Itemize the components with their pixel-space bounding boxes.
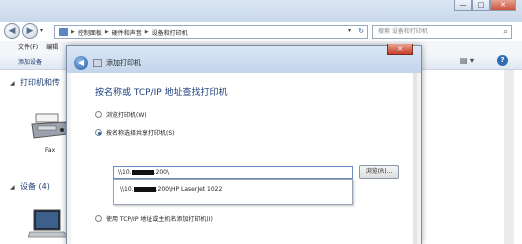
search-icon[interactable]: ⌕ [504, 26, 508, 38]
add-printer-dialog: ✕ ◀ 添加打印机 按名称或 TCP/IP 地址查找打印机 浏览打印机(W) 按… [66, 44, 422, 244]
option-browse-printers[interactable]: 浏览打印机(W) [95, 110, 147, 119]
option-shared-by-name[interactable]: 按名称选择共享打印机(S) [95, 128, 175, 137]
printer-icon [93, 59, 102, 67]
dialog-header: ✕ ◀ 添加打印机 [67, 44, 421, 73]
explorer-scrollbar[interactable] [504, 70, 514, 244]
dialog-body: 按名称或 TCP/IP 地址查找打印机 浏览打印机(W) 按名称选择共享打印机(… [71, 73, 417, 244]
suggestion-prefix: \\10. [120, 186, 134, 193]
radio-shared-by-name[interactable] [95, 129, 102, 136]
window-controls: — □ ✕ [454, 0, 516, 11]
group-printers-faxes[interactable]: 打印机和传 [20, 77, 60, 88]
back-arrow-icon[interactable]: ◀ [4, 23, 20, 39]
breadcrumb-hardware-sound[interactable]: 硬件和声音 [112, 28, 142, 37]
browse-button[interactable]: 浏览(R)... [359, 165, 399, 179]
menu-edit[interactable]: 编辑 [46, 42, 58, 51]
option-label-tcpip: 使用 TCP/IP 地址或主机名添加打印机(I) [106, 216, 213, 223]
autocomplete-item[interactable]: \\10. .200\HP LaserJet 1022 [120, 186, 352, 193]
chevron-right-icon: ▶ [104, 29, 109, 35]
redacted-block [133, 187, 156, 192]
forward-arrow-icon[interactable]: ▶ [22, 23, 38, 39]
maximize-button[interactable]: □ [472, 0, 490, 11]
radio-tcpip[interactable] [95, 215, 102, 222]
option-label-shared: 按名称选择共享打印机(S) [106, 130, 175, 137]
printer-path-input[interactable]: \\10. .200\ [113, 166, 353, 179]
chevron-right-icon: ▶ [144, 29, 149, 35]
address-dropdown-icon[interactable]: ▾ [348, 27, 351, 34]
control-panel-icon [59, 28, 68, 36]
path-prefix: \\10. [118, 169, 132, 176]
radio-browse[interactable] [95, 111, 102, 118]
path-suffix: .200\ [153, 169, 169, 176]
collapse-arrow-icon[interactable]: ◢ [10, 184, 15, 191]
help-icon[interactable]: ? [497, 55, 508, 66]
option-tcpip[interactable]: 使用 TCP/IP 地址或主机名添加打印机(I) [95, 214, 213, 223]
group-devices[interactable]: 设备 (4) [20, 181, 50, 192]
autocomplete-list: \\10. .200\HP LaserJet 1022 [113, 179, 353, 205]
dialog-close-button[interactable]: ✕ [387, 44, 413, 55]
explorer-titlebar: — □ ✕ [0, 0, 522, 22]
menu-file[interactable]: 文件(F) [18, 42, 38, 51]
collapse-arrow-icon[interactable]: ◢ [10, 80, 15, 87]
close-button[interactable]: ✕ [490, 0, 516, 11]
refresh-icon[interactable]: ↻ [358, 27, 364, 35]
fax-device-label: Fax [45, 147, 56, 154]
address-bar[interactable]: ▶ 控制面板 ▶ 硬件和声音 ▶ 设备和打印机 ▾ ↻ [54, 25, 368, 39]
recent-pages-chevron-icon[interactable]: ▾ [40, 27, 43, 34]
fax-printer-icon[interactable] [30, 112, 70, 140]
chevron-right-icon: ▶ [71, 29, 75, 35]
search-placeholder: 搜索 设备和打印机 [378, 28, 428, 35]
breadcrumb-devices-printers[interactable]: 设备和打印机 [152, 28, 188, 37]
laptop-device-icon[interactable] [28, 208, 68, 238]
dialog-edge [413, 73, 417, 244]
view-options-icon[interactable]: ▤ ▾ [460, 56, 474, 65]
add-device-button[interactable]: 添加设备 [18, 57, 42, 66]
dialog-title: 添加打印机 [106, 59, 141, 67]
breadcrumb-control-panel[interactable]: 控制面板 [78, 28, 102, 37]
minimize-button[interactable]: — [454, 0, 472, 11]
dialog-back-icon[interactable]: ◀ [74, 56, 88, 70]
page-heading: 按名称或 TCP/IP 地址查找打印机 [95, 88, 228, 98]
suggestion-suffix: .200\HP LaserJet 1022 [155, 186, 223, 193]
redacted-block [131, 170, 154, 175]
search-input[interactable]: 搜索 设备和打印机 ⌕ [372, 25, 512, 39]
option-label-browse: 浏览打印机(W) [106, 112, 147, 119]
